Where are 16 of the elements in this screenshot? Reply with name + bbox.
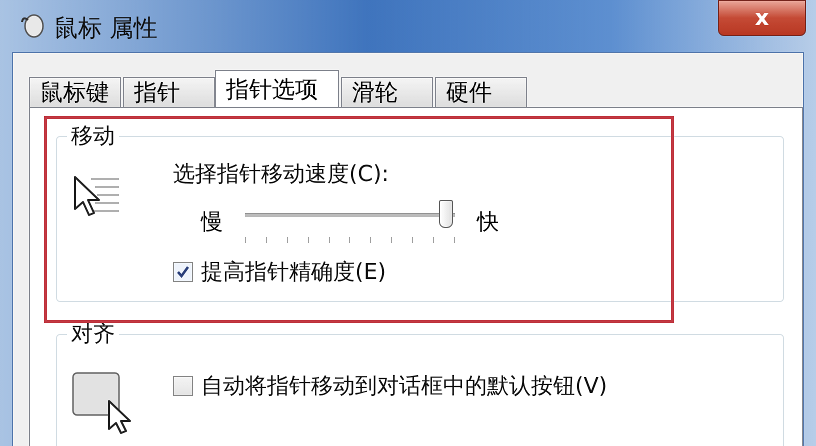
window-title: 鼠标 属性 (54, 13, 158, 44)
fast-label: 快 (477, 209, 499, 237)
mouse-icon (20, 12, 46, 38)
tab[interactable]: 硬件 (435, 77, 527, 107)
checkbox[interactable] (173, 376, 193, 396)
slider-thumb[interactable] (438, 200, 453, 228)
tab[interactable]: 鼠标键 (29, 77, 121, 107)
speed-label: 选择指针移动速度(C): (173, 161, 390, 189)
tab[interactable]: 指针选项 (215, 70, 339, 108)
checkbox-label: 提高指针精确度(E) (201, 259, 386, 287)
checkbox-label: 自动将指针移动到对话框中的默认按钮(V) (201, 373, 608, 401)
tab[interactable]: 滑轮 (341, 77, 433, 107)
slow-label: 慢 (201, 209, 223, 237)
checkbox[interactable] (173, 262, 193, 282)
close-button[interactable]: x (718, 0, 806, 36)
tab[interactable]: 指针 (123, 77, 215, 107)
